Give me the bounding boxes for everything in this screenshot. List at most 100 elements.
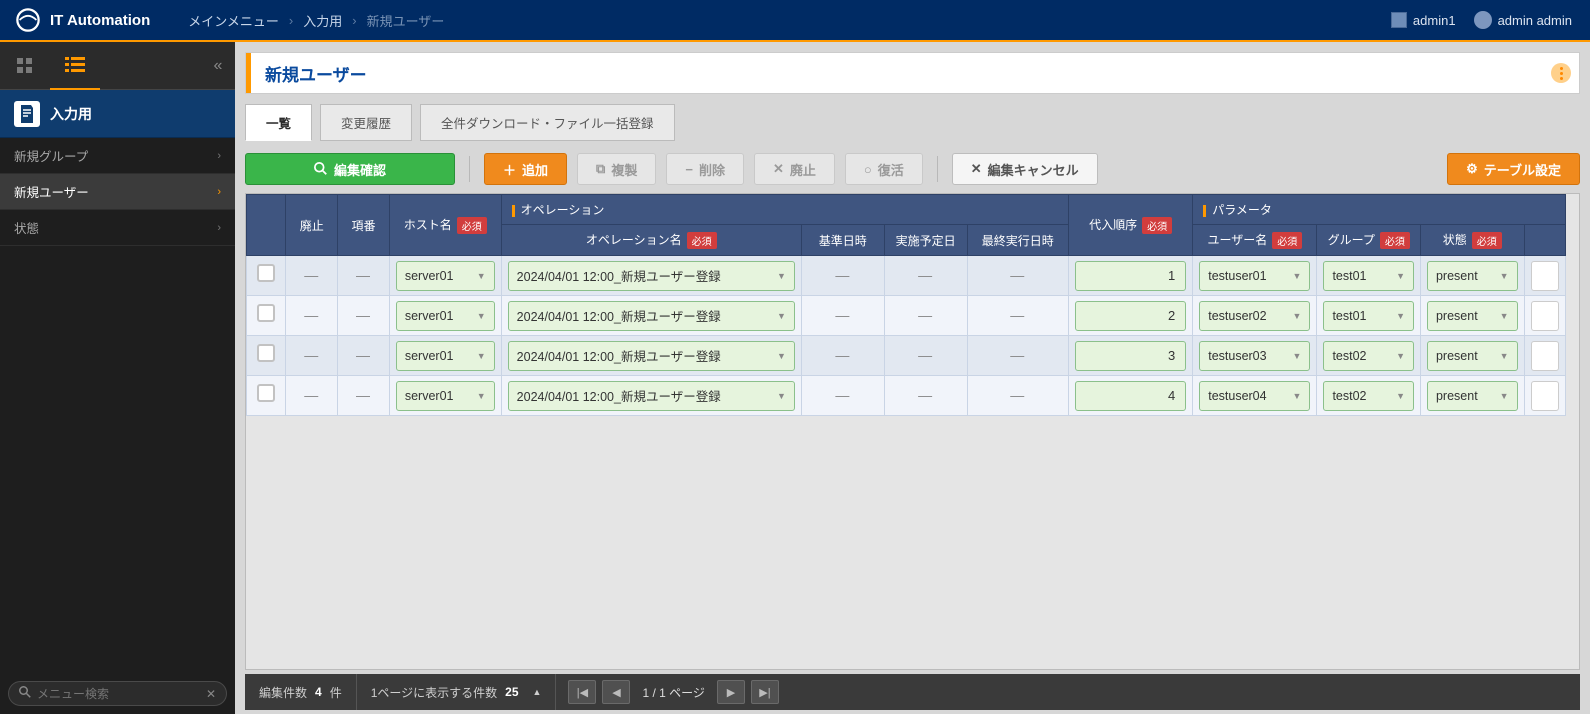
extra-select[interactable] [1531, 261, 1559, 291]
sidebar-collapse-button[interactable]: « [201, 42, 235, 90]
view-grid-button[interactable] [0, 42, 50, 90]
last-page-button[interactable]: ▶| [751, 680, 779, 704]
breadcrumb-current: 新規ユーザー [367, 11, 445, 30]
host-select[interactable]: server01▼ [396, 301, 495, 331]
confirm-edit-button[interactable]: 編集確認 [245, 153, 455, 185]
tab[interactable]: 変更履歴 [320, 104, 412, 141]
workspace-selector[interactable]: admin1 [1391, 12, 1456, 28]
view-list-button[interactable] [50, 42, 100, 90]
breadcrumb-item-main[interactable]: メインメニュー [188, 11, 279, 30]
sidebar-item[interactable]: 状態› [0, 210, 235, 246]
menu-search[interactable]: ✕ [8, 681, 227, 706]
operation-select[interactable]: 2024/04/01 12:00_新規ユーザー登録▼ [508, 381, 795, 411]
user-menu[interactable]: admin admin [1474, 11, 1572, 29]
operation-select[interactable]: 2024/04/01 12:00_新規ユーザー登録▼ [508, 261, 795, 291]
col-sched-dt: 実施予定日 [896, 234, 956, 248]
user-select[interactable]: testuser03▼ [1199, 341, 1310, 371]
minus-icon: − [685, 162, 693, 177]
extra-select[interactable] [1531, 381, 1559, 411]
search-icon [19, 686, 31, 701]
add-button[interactable]: ＋ 追加 [484, 153, 567, 185]
sidebar-item[interactable]: 新規ユーザー› [0, 174, 235, 210]
no-cell: — [356, 267, 371, 283]
sidebar-item-label: 新規グループ [14, 146, 88, 165]
group-select[interactable]: test01▼ [1323, 301, 1414, 331]
sched-dt-cell: — [918, 387, 933, 403]
last-dt-cell: — [1010, 387, 1025, 403]
host-select[interactable]: server01▼ [396, 381, 495, 411]
caret-down-icon: ▼ [1500, 311, 1509, 321]
chevron-right-icon: › [217, 222, 221, 234]
delete-button[interactable]: − 削除 [666, 153, 744, 185]
user-select[interactable]: testuser01▼ [1199, 261, 1310, 291]
next-page-button[interactable]: ▶ [717, 680, 745, 704]
state-select[interactable]: present▼ [1427, 261, 1518, 291]
first-page-button[interactable]: |◀ [568, 680, 596, 704]
host-select[interactable]: server01▼ [396, 341, 495, 371]
chevron-left-double-icon: « [214, 57, 223, 75]
required-badge: 必須 [1142, 217, 1172, 234]
caret-down-icon: ▼ [777, 271, 786, 281]
order-input[interactable]: 4 [1075, 381, 1186, 411]
caret-down-icon: ▼ [1500, 391, 1509, 401]
order-input[interactable]: 1 [1075, 261, 1186, 291]
group-select[interactable]: test01▼ [1323, 261, 1414, 291]
col-host: ホスト名 [404, 218, 452, 232]
sidebar-item[interactable]: 新規グループ› [0, 138, 235, 174]
per-page-label: 1ページに表示する件数 [371, 684, 497, 701]
prev-page-button[interactable]: ◀ [602, 680, 630, 704]
table-settings-button[interactable]: ⚙ テーブル設定 [1447, 153, 1580, 185]
row-checkbox[interactable] [257, 264, 275, 282]
operation-select[interactable]: 2024/04/01 12:00_新規ユーザー登録▼ [508, 301, 795, 331]
discard-button[interactable]: ✕ 廃止 [754, 153, 835, 185]
operation-select[interactable]: 2024/04/01 12:00_新規ユーザー登録▼ [508, 341, 795, 371]
state-select[interactable]: present▼ [1427, 301, 1518, 331]
order-input[interactable]: 3 [1075, 341, 1186, 371]
sidebar-section-header: 入力用 [0, 90, 235, 138]
divider [469, 156, 470, 182]
required-badge: 必須 [687, 232, 717, 249]
restore-button[interactable]: ○ 復活 [845, 153, 923, 185]
breadcrumb: メインメニュー › 入力用 › 新規ユーザー [188, 11, 444, 30]
col-no: 項番 [351, 219, 375, 233]
user-select[interactable]: testuser04▼ [1199, 381, 1310, 411]
sched-dt-cell: — [918, 267, 933, 283]
extra-select[interactable] [1531, 341, 1559, 371]
required-badge: 必須 [1272, 232, 1302, 249]
row-checkbox[interactable] [257, 304, 275, 322]
clear-icon[interactable]: ✕ [206, 687, 216, 701]
edit-count-unit: 件 [330, 684, 342, 701]
group-select[interactable]: test02▼ [1323, 381, 1414, 411]
delete-label: 削除 [699, 160, 725, 179]
app-logo[interactable]: IT Automation [0, 6, 164, 34]
breadcrumb-item-input[interactable]: 入力用 [303, 11, 342, 30]
state-select[interactable]: present▼ [1427, 341, 1518, 371]
app-logo-icon [14, 6, 42, 34]
state-select[interactable]: present▼ [1427, 381, 1518, 411]
cancel-edit-button[interactable]: ✕ 編集キャンセル [952, 153, 1098, 185]
grid-footer: 編集件数 4 件 1ページに表示する件数 25 ▲ |◀ ◀ 1 / 1 ページ… [245, 674, 1580, 710]
chevron-right-icon: › [352, 13, 356, 28]
tab[interactable]: 全件ダウンロード・ファイル一括登録 [420, 104, 675, 141]
menu-search-input[interactable] [37, 687, 200, 701]
toolbar: 編集確認 ＋ 追加 ⧉ 複製 − 削除 ✕ 廃止 ○ 復活 ✕ 編集キャンセル [245, 153, 1580, 185]
chevron-up-icon[interactable]: ▲ [533, 687, 542, 697]
last-dt-cell: — [1010, 267, 1025, 283]
base-dt-cell: — [835, 307, 850, 323]
row-checkbox[interactable] [257, 344, 275, 362]
copy-button[interactable]: ⧉ 複製 [577, 153, 656, 185]
host-select[interactable]: server01▼ [396, 261, 495, 291]
tab[interactable]: 一覧 [245, 104, 312, 141]
user-select[interactable]: testuser02▼ [1199, 301, 1310, 331]
data-grid[interactable]: 廃止 項番 ホスト名必須 オペレーション 代入順序必須 パラメータ オペレーショ… [245, 193, 1580, 670]
edit-count-value: 4 [315, 685, 322, 699]
extra-select[interactable] [1531, 301, 1559, 331]
col-base-dt: 基準日時 [819, 234, 867, 248]
page-menu-button[interactable] [1551, 63, 1571, 83]
caret-down-icon: ▼ [777, 311, 786, 321]
required-badge: 必須 [1472, 232, 1502, 249]
title-accent [246, 53, 251, 93]
row-checkbox[interactable] [257, 384, 275, 402]
order-input[interactable]: 2 [1075, 301, 1186, 331]
group-select[interactable]: test02▼ [1323, 341, 1414, 371]
